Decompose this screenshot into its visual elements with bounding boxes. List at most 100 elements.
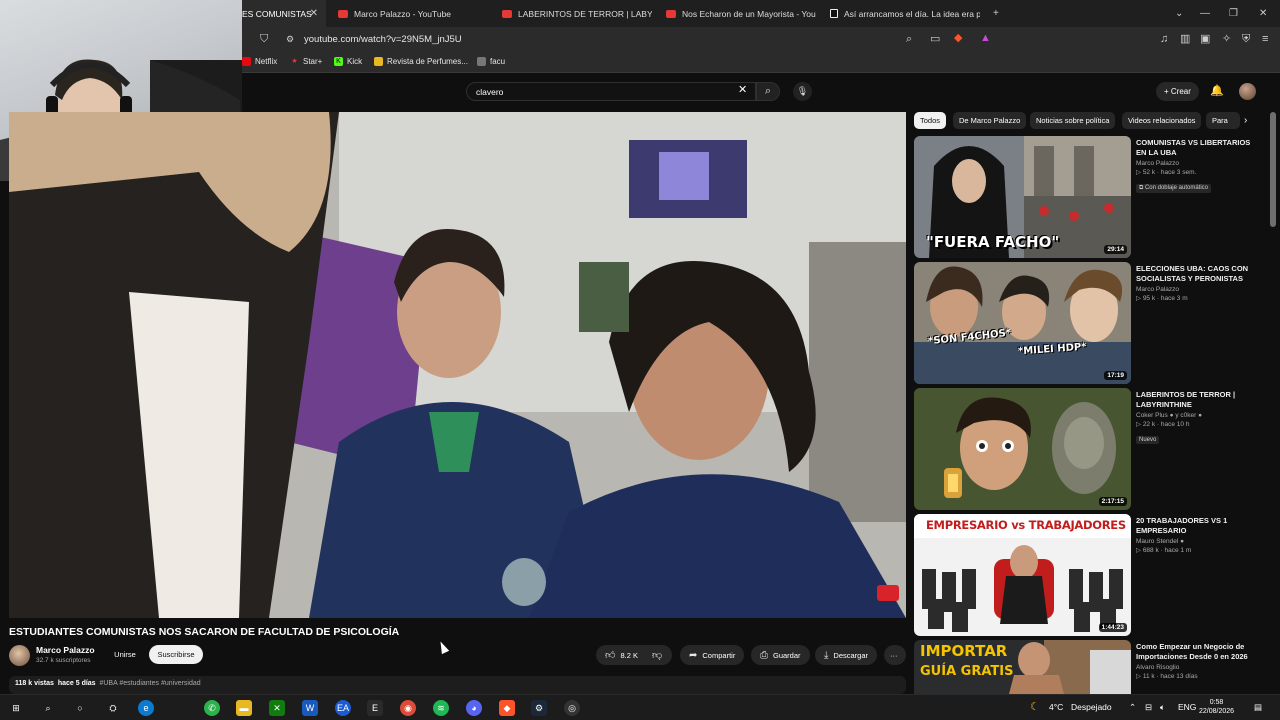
wallet-icon[interactable]: ▣	[1200, 34, 1210, 45]
notification-center-icon[interactable]: ▤	[1254, 702, 1262, 713]
brave-icon[interactable]: ◆	[499, 700, 515, 716]
chevron-up-icon[interactable]: ⌃	[1129, 702, 1136, 713]
weather-icon[interactable]: ☾	[1030, 700, 1040, 713]
microphone-icon[interactable]: 🎙	[793, 82, 812, 101]
thumbs-down-icon[interactable]: 👎︎	[652, 649, 662, 661]
obs-icon[interactable]: ◎	[564, 700, 580, 716]
network-icon[interactable]: ⊟	[1145, 702, 1152, 713]
notifications-bell-icon[interactable]: 🔔	[1210, 84, 1224, 97]
more-actions-icon[interactable]: ···	[884, 645, 906, 665]
weather-desc[interactable]: Despejado	[1071, 702, 1112, 712]
system-clock[interactable]: 0:58 22/08/2026	[1199, 698, 1234, 716]
recommendation-channel[interactable]: Mauro Stendel ●	[1136, 538, 1256, 545]
bookmark-revista[interactable]: Revista de Perfumes...	[374, 57, 468, 66]
recommendation-item[interactable]: EMPRESARIO vs TRABAJADORES 1:44:23 20 TR…	[914, 514, 1259, 636]
app-icon[interactable]: ⛭	[105, 700, 121, 716]
brave-rewards-icon[interactable]: ▲	[980, 33, 991, 44]
video-thumbnail[interactable]: "FUERA FACHO" 29:14	[914, 136, 1131, 258]
recommendation-title[interactable]: ELECCIONES UBA: CAOS CON SOCIALISTAS Y P…	[1136, 264, 1256, 284]
recommendation-title[interactable]: LABERINTOS DE TERROR | LABYRINTHINE	[1136, 390, 1256, 410]
recommendation-item[interactable]: *SON F4CHOS* *MILEI HDP* 17:19 ELECCIONE…	[914, 262, 1259, 384]
xbox-icon[interactable]: ✕	[269, 700, 285, 716]
save-button[interactable]: ⎙ Guardar	[751, 645, 810, 665]
sidebar-icon[interactable]: ▥	[1180, 34, 1190, 45]
ai-star-icon[interactable]: ✧	[1222, 34, 1231, 45]
cast-icon[interactable]: ▭	[930, 34, 940, 45]
download-button[interactable]: ⤓ Descargar	[815, 645, 878, 665]
new-tab-icon[interactable]: +	[993, 0, 999, 27]
zoom-icon[interactable]: ⌕	[906, 34, 912, 45]
recommendation-item[interactable]: IMPORTAR GUÍA GRATIS Como Empezar un Neg…	[914, 640, 1259, 694]
chevron-right-icon[interactable]: ›	[1244, 116, 1247, 126]
video-thumbnail[interactable]: *SON F4CHOS* *MILEI HDP* 17:19	[914, 262, 1131, 384]
file-explorer-icon[interactable]: ▬	[236, 700, 252, 716]
bookmark-kick[interactable]: K Kick	[334, 57, 362, 66]
discord-icon[interactable]: ◕	[466, 700, 482, 716]
tab-current[interactable]: ES COMUNISTAS ✕	[242, 0, 326, 27]
thumbs-up-icon[interactable]: 👍︎	[605, 649, 615, 661]
minimize-icon[interactable]: —	[1200, 0, 1210, 27]
tab-list-chevron-icon[interactable]: ⌄	[1175, 0, 1183, 27]
bookmark-icon[interactable]: ⛉	[260, 34, 268, 45]
windows-start-icon[interactable]: ⊞	[8, 700, 24, 716]
whatsapp-icon[interactable]: ✆	[204, 700, 220, 716]
recommendation-title[interactable]: COMUNISTAS VS LIBERTARIOS EN LA UBA	[1136, 138, 1256, 158]
channel-name[interactable]: Marco Palazzo	[36, 645, 95, 655]
weather-temp[interactable]: 4°C	[1049, 702, 1063, 712]
recommendation-item[interactable]: "FUERA FACHO" 29:14 COMUNISTAS VS LIBERT…	[914, 136, 1259, 258]
share-button[interactable]: ➦ Compartir	[680, 645, 745, 665]
music-icon[interactable]: ♫	[1160, 34, 1168, 45]
url-field[interactable]: youtube.com/watch?v=29N5M_jnJ5U	[304, 34, 462, 45]
recommendation-title[interactable]: Como Empezar un Negocio de Importaciones…	[1136, 642, 1256, 662]
brave-shield-icon[interactable]: ◆	[954, 33, 962, 44]
keyboard-language[interactable]: ENG	[1178, 702, 1196, 712]
chip-from-channel[interactable]: De Marco Palazzo	[953, 112, 1027, 129]
create-button[interactable]: + Crear	[1156, 82, 1199, 101]
recommendation-channel[interactable]: Marco Palazzo	[1136, 160, 1256, 167]
page-scrollbar[interactable]	[1270, 112, 1276, 227]
volume-icon[interactable]: 🔈︎	[1160, 702, 1165, 713]
bookmark-starplus[interactable]: ★ Star+	[290, 57, 322, 66]
tab-tiktok[interactable]: Así arrancamos el día. La idea era pr	[830, 0, 980, 27]
restore-icon[interactable]: ❐	[1229, 0, 1238, 27]
video-thumbnail[interactable]: IMPORTAR GUÍA GRATIS	[914, 640, 1131, 694]
chip-related[interactable]: Videos relacionados	[1122, 112, 1202, 129]
bookmark-facu[interactable]: facu	[477, 57, 505, 66]
tab-marco-palazzo[interactable]: Marco Palazzo - YouTube	[338, 0, 488, 27]
chip-all[interactable]: Todos	[914, 112, 947, 129]
site-info-icon[interactable]: ⚙	[286, 35, 294, 44]
recommendation-title[interactable]: 20 TRABAJADORES VS 1 EMPRESARIO	[1136, 516, 1256, 536]
chip-para[interactable]: Para	[1206, 112, 1240, 129]
join-button[interactable]: Unirse	[113, 645, 137, 664]
tab-mayorista[interactable]: Nos Echaron de un Mayorista - YouTu	[666, 0, 816, 27]
close-tab-icon[interactable]: ✕	[310, 8, 318, 19]
vpn-shield-icon[interactable]: ⛨	[1242, 34, 1250, 45]
word-icon[interactable]: W	[302, 700, 318, 716]
search-input[interactable]: clavero	[466, 82, 756, 101]
clear-search-icon[interactable]: ✕	[738, 85, 747, 96]
video-thumbnail[interactable]: 2:17:15	[914, 388, 1131, 510]
spotify-icon[interactable]: ≋	[433, 700, 449, 716]
chip-politics[interactable]: Noticias sobre política	[1030, 112, 1116, 129]
channel-avatar[interactable]	[9, 645, 30, 666]
epic-games-icon[interactable]: E	[367, 700, 383, 716]
search-icon[interactable]: ⌕	[40, 700, 56, 716]
hashtags[interactable]: #UBA #estudiantes #universidad	[99, 680, 200, 687]
tab-laberintos[interactable]: LABERINTOS DE TERROR | LABYRINTH	[502, 0, 652, 27]
chrome-icon[interactable]: ◉	[400, 700, 416, 716]
search-icon[interactable]: ⌕	[756, 82, 780, 101]
video-player[interactable]	[9, 112, 906, 618]
steam-icon[interactable]: ⚙	[531, 700, 547, 716]
task-view-icon[interactable]: ○	[72, 700, 88, 716]
recommendation-item[interactable]: 2:17:15 LABERINTOS DE TERROR | LABYRINTH…	[914, 388, 1259, 510]
recommendation-channel[interactable]: Coker Plus ● y c0ker ●	[1136, 412, 1256, 419]
ea-icon[interactable]: EA	[335, 700, 351, 716]
recommendation-channel[interactable]: Marco Palazzo	[1136, 286, 1256, 293]
like-count[interactable]: 8.2 K	[620, 651, 638, 660]
edge-icon[interactable]: e	[138, 700, 154, 716]
video-thumbnail[interactable]: EMPRESARIO vs TRABAJADORES 1:44:23	[914, 514, 1131, 636]
recommendation-channel[interactable]: Alvaro Risoglio	[1136, 664, 1256, 671]
description-box[interactable]: 118 k vistas hace 5 días #UBA #estudiant…	[9, 676, 906, 694]
subscribe-button[interactable]: Suscribirse	[149, 645, 203, 664]
bookmark-netflix[interactable]: Netflix	[242, 57, 277, 66]
